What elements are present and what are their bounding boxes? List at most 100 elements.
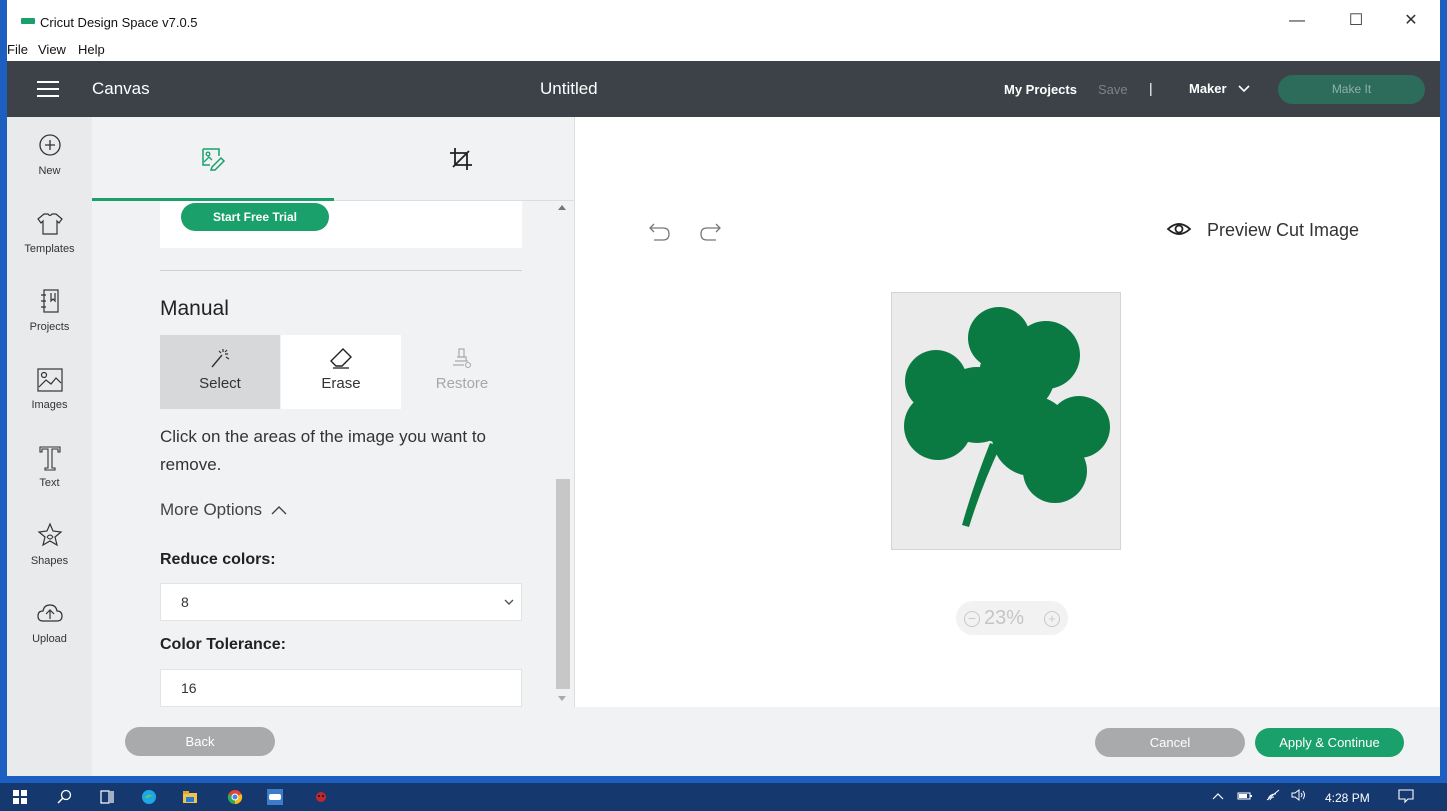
color-tolerance-value: 16	[181, 680, 197, 696]
sidebar-label: Upload	[32, 633, 67, 645]
search-icon[interactable]	[57, 789, 73, 805]
task-view-icon[interactable]	[99, 789, 115, 805]
start-free-trial-button[interactable]: Start Free Trial	[181, 203, 329, 231]
erase-tool[interactable]: Erase	[281, 335, 401, 409]
header-divider: |	[1149, 80, 1153, 96]
cancel-button[interactable]: Cancel	[1095, 728, 1245, 757]
instruction-text: Click on the areas of the image you want…	[160, 427, 487, 474]
sidebar-item-images[interactable]: Images	[7, 365, 92, 411]
save-button[interactable]: Save	[1098, 82, 1128, 97]
menu-file[interactable]: File	[7, 42, 28, 57]
tshirt-icon	[36, 213, 63, 235]
sidebar-item-new[interactable]: New	[7, 131, 92, 177]
sidebar-item-projects[interactable]: Projects	[7, 287, 92, 333]
panel-tabs	[92, 117, 575, 201]
hamburger-menu-icon[interactable]	[37, 81, 59, 97]
panel-divider	[574, 117, 575, 707]
maximize-button[interactable]: ☐	[1336, 8, 1376, 34]
eye-icon[interactable]	[1166, 219, 1192, 239]
back-button[interactable]: Back	[125, 727, 275, 756]
sidebar-label: Text	[39, 477, 60, 489]
zoom-out-button[interactable]: −	[964, 611, 980, 627]
shamrock-image	[904, 307, 1110, 527]
reduce-colors-value: 8	[181, 594, 189, 610]
sidebar-label: Images	[31, 399, 68, 411]
chrome-icon[interactable]	[227, 789, 243, 805]
manual-tools: Select Erase Restore	[160, 335, 522, 409]
cloud-upload-icon	[36, 604, 63, 622]
system-tray[interactable]	[1212, 789, 1306, 804]
chevron-down-icon	[1238, 85, 1250, 93]
redo-icon[interactable]	[698, 220, 722, 242]
scroll-thumb[interactable]	[556, 479, 570, 689]
chevron-down-icon	[504, 599, 514, 605]
sidebar-label: Templates	[24, 243, 75, 255]
edit-panel: Start Free Trial Manual Select Erase Res…	[92, 117, 575, 707]
my-projects-link[interactable]: My Projects	[1004, 82, 1077, 97]
app-window: Cricut Design Space v7.0.5 — ☐ ✕ File Vi…	[7, 0, 1440, 776]
volume-icon[interactable]	[1290, 789, 1306, 801]
color-tolerance-label: Color Tolerance:	[160, 636, 286, 653]
uploaded-image[interactable]	[891, 292, 1121, 550]
text-icon	[38, 446, 61, 471]
wifi-icon[interactable]	[1265, 789, 1281, 801]
section-divider	[160, 270, 522, 271]
scroll-up-arrow-icon[interactable]	[558, 205, 566, 210]
sidebar-label: New	[38, 165, 61, 177]
more-options-toggle[interactable]: More Options	[160, 500, 287, 520]
make-it-button[interactable]: Make It	[1278, 75, 1425, 104]
apply-continue-button[interactable]: Apply & Continue	[1255, 728, 1404, 757]
cricut-logo-icon	[21, 18, 35, 24]
windows-start-icon[interactable]	[12, 789, 28, 805]
edge-browser-icon[interactable]	[141, 789, 157, 805]
reduce-colors-select[interactable]: 8	[160, 583, 522, 621]
color-tolerance-input[interactable]: 16	[160, 669, 522, 707]
restore-tool[interactable]: Restore	[402, 335, 522, 409]
chevron-up-icon[interactable]	[1212, 791, 1224, 801]
menu-view[interactable]: View	[38, 42, 66, 57]
file-explorer-icon[interactable]	[182, 789, 198, 805]
notification-icon[interactable]	[1398, 788, 1414, 804]
scroll-down-arrow-icon[interactable]	[558, 696, 566, 701]
menu-bar: File View Help	[7, 40, 1440, 61]
sidebar-label: Projects	[29, 321, 70, 333]
select-tool-label: Select	[199, 375, 241, 392]
battery-icon[interactable]	[1237, 791, 1253, 801]
sidebar-item-templates[interactable]: Templates	[7, 209, 92, 255]
shapes-icon	[37, 522, 62, 547]
minimize-button[interactable]: —	[1277, 8, 1317, 34]
cricut-app-icon[interactable]	[267, 789, 283, 805]
machine-select[interactable]: Maker	[1189, 81, 1250, 96]
clock[interactable]: 4:28 PM	[1325, 791, 1370, 805]
preview-cut-image-button[interactable]: Preview Cut Image	[1207, 220, 1359, 241]
menu-help[interactable]: Help	[78, 42, 105, 57]
crop-icon[interactable]	[449, 147, 473, 171]
restore-brush-icon	[453, 348, 472, 369]
zoom-in-button[interactable]: +	[1044, 611, 1060, 627]
sidebar-item-shapes[interactable]: Shapes	[7, 521, 92, 567]
title-bar: Cricut Design Space v7.0.5 — ☐ ✕	[7, 0, 1440, 40]
select-tool[interactable]: Select	[160, 335, 280, 409]
zoom-level: 23%	[984, 607, 1025, 629]
canvas-area: Preview Cut Image − 23% +	[576, 117, 1440, 707]
restore-tool-label: Restore	[435, 375, 489, 392]
sidebar-item-upload[interactable]: Upload	[7, 599, 92, 645]
reduce-colors-label: Reduce colors:	[160, 551, 276, 568]
more-options-label: More Options	[160, 500, 263, 519]
sidebar-item-text[interactable]: Text	[7, 443, 92, 489]
game-app-icon[interactable]	[313, 789, 329, 805]
app-header: Canvas Untitled My Projects Save | Maker…	[7, 61, 1440, 117]
undo-icon[interactable]	[648, 220, 672, 242]
document-title[interactable]: Untitled	[540, 79, 598, 99]
plus-circle-icon	[38, 134, 61, 156]
magic-wand-icon	[211, 349, 230, 368]
image-edit-icon[interactable]	[200, 145, 226, 171]
window-title: Cricut Design Space v7.0.5	[40, 15, 198, 30]
chevron-up-icon	[271, 506, 287, 515]
notebook-icon	[40, 289, 59, 313]
close-button[interactable]: ✕	[1391, 8, 1431, 34]
manual-heading: Manual	[160, 297, 229, 320]
section-title: Canvas	[92, 79, 150, 98]
panel-scrollbar[interactable]	[554, 201, 572, 707]
windows-taskbar: 4:28 PM	[0, 783, 1447, 811]
